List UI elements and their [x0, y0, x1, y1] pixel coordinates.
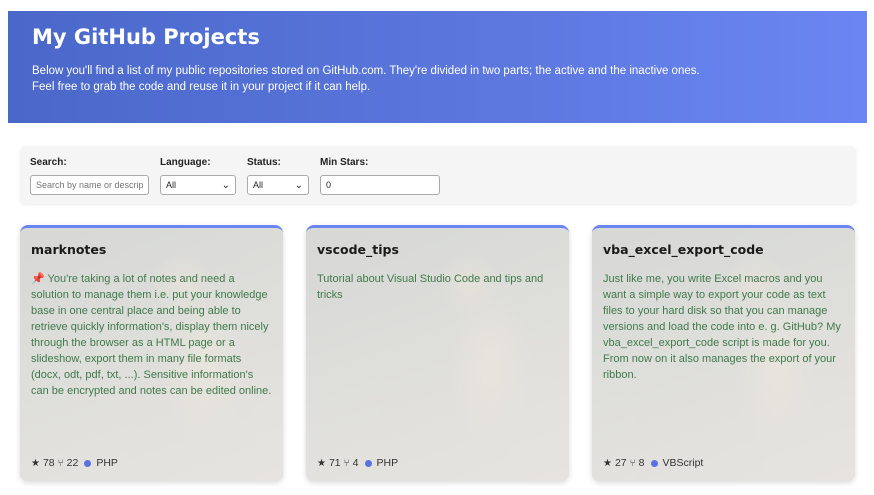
status-select-value: All: [253, 180, 264, 190]
star-count: 27: [614, 457, 627, 469]
language-label: Language:: [160, 157, 211, 168]
star-icon: ★: [317, 457, 326, 469]
status-select[interactable]: All ⌄: [247, 175, 309, 195]
intro-line-2: Feel free to grab the code and reuse it …: [32, 81, 371, 93]
search-filter: Search:: [30, 157, 149, 195]
repo-name[interactable]: vba_excel_export_code: [603, 242, 844, 257]
repo-card-marknotes[interactable]: marknotes 📌 You're taking a lot of notes…: [20, 225, 283, 481]
minstars-input[interactable]: [320, 175, 440, 195]
repo-description: Tutorial about Visual Studio Code and ti…: [317, 273, 544, 301]
filter-bar: Search: Language: All ⌄ Status: All ⌄ Mi…: [20, 146, 856, 204]
language-select[interactable]: All ⌄: [160, 175, 236, 195]
chevron-down-icon: ⌄: [294, 179, 303, 191]
language-dot: [364, 459, 372, 467]
language-select-value: All: [166, 180, 177, 190]
fork-icon: ⑂: [629, 457, 636, 469]
language-filter: Language: All ⌄: [160, 157, 236, 195]
star-count: 71: [328, 457, 341, 469]
language-dot: [84, 459, 92, 467]
page-title: My GitHub Projects: [32, 25, 260, 49]
minstars-label: Min Stars:: [320, 157, 369, 168]
fork-count: 22: [66, 457, 79, 469]
fork-icon: ⑂: [57, 457, 64, 469]
star-icon: ★: [31, 457, 40, 469]
page-header: My GitHub Projects Below you'll find a l…: [8, 11, 867, 123]
repo-name[interactable]: marknotes: [31, 242, 272, 257]
star-count: 78: [42, 457, 55, 469]
fork-icon: ⑂: [343, 457, 350, 469]
search-input[interactable]: [30, 175, 149, 195]
repo-language: VBScript: [662, 457, 704, 469]
repo-name[interactable]: vscode_tips: [317, 242, 558, 257]
status-filter: Status: All ⌄: [247, 157, 309, 195]
repo-description: 📌 You're taking a lot of notes and need …: [31, 273, 272, 397]
fork-count: 4: [352, 457, 359, 469]
chevron-down-icon: ⌄: [221, 179, 230, 191]
repo-stats: ★ 27 ⑂ 8 VBScript: [603, 457, 703, 469]
language-dot: [650, 459, 658, 467]
fork-count: 8: [638, 457, 645, 469]
repo-description: Just like me, you write Excel macros and…: [603, 273, 841, 381]
repo-stats: ★ 71 ⑂ 4 PHP: [317, 457, 398, 469]
repo-stats: ★ 78 ⑂ 22 PHP: [31, 457, 118, 469]
repo-card-vba-excel-export-code[interactable]: vba_excel_export_code Just like me, you …: [592, 225, 855, 481]
intro-line-1: Below you'll find a list of my public re…: [32, 65, 700, 77]
status-label: Status:: [247, 157, 281, 168]
search-label: Search:: [30, 157, 67, 168]
star-icon: ★: [603, 457, 612, 469]
minstars-filter: Min Stars:: [320, 157, 440, 195]
repo-language: PHP: [96, 457, 118, 469]
repo-card-vscode-tips[interactable]: vscode_tips Tutorial about Visual Studio…: [306, 225, 569, 481]
repo-language: PHP: [376, 457, 399, 469]
